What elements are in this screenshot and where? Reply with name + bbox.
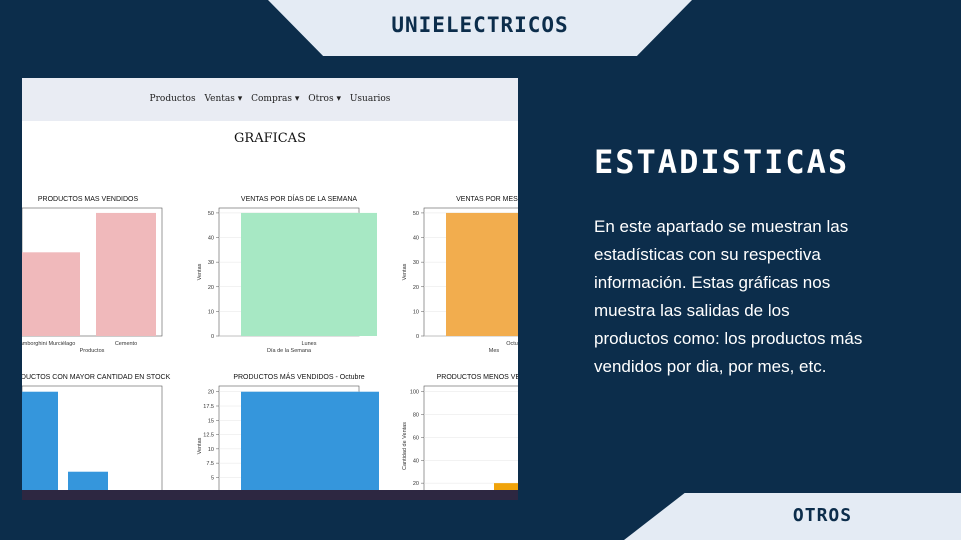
chart6-ylabel: Cantidad de Ventas (402, 422, 408, 470)
chart3-xlabel: Mes (489, 348, 500, 354)
chart2-ylabel: Ventas (197, 263, 203, 280)
top-banner: UNIELECTRICOS (268, 0, 692, 56)
section-title: ESTADISTICAS (594, 143, 850, 181)
chart2-xtick-label: Lunes (302, 341, 317, 347)
chart2-ytick-label: 40 (208, 236, 214, 242)
chart2-bar (241, 212, 377, 336)
chart6-ytick-label: 80 (413, 413, 419, 419)
chart3-ytick-label: 10 (413, 309, 419, 315)
chart3-ytick-label: 50 (413, 211, 419, 217)
chart2-ytick-label: 0 (211, 334, 214, 340)
app-screenshot: Productos Ventas ▾ Compras ▾ Otros ▾ Usu… (22, 78, 518, 500)
chart2-title: VENTAS POR DÍAS DE LA SEMANA (241, 194, 358, 203)
chart3-ytick-label: 20 (413, 285, 419, 291)
chart5-ytick-label: 20 (208, 390, 214, 396)
chart1-xtick-label: Lamborghini Murciélago (22, 341, 75, 347)
chart1-xtick-label: Cemento (115, 341, 137, 347)
chart5-ytick-label: 10 (208, 447, 214, 453)
chart6-ytick-label: 20 (413, 481, 419, 487)
section-description: En este apartado se muestran las estadís… (594, 217, 863, 376)
chart1-bar (96, 212, 156, 336)
chart3-ytick-label: 30 (413, 260, 419, 266)
chart6-title: PRODUCTOS MENOS VENDIDOS (437, 374, 518, 381)
taskbar (22, 490, 518, 500)
chart4-title: PRODUCTOS CON MAYOR CANTIDAD EN STOCK (22, 374, 171, 381)
chart5-bar (241, 391, 379, 500)
chart5-ytick-label: 12.5 (203, 433, 214, 439)
top-banner-title: UNIELECTRICOS (391, 13, 569, 37)
chart1-xlabel: Productos (80, 348, 105, 354)
chart5-ytick-label: 7.5 (206, 461, 214, 467)
charts-grid: PRODUCTOS MAS VENDIDOS Lamborghini Murcié… (22, 194, 518, 500)
bottom-banner-title: OTROS (792, 505, 853, 526)
chart5-ytick-label: 17.5 (203, 404, 214, 410)
chart3-ytick-label: 0 (416, 334, 419, 340)
chart3-ytick-label: 40 (413, 236, 419, 242)
chart6-ytick-label: 40 (413, 458, 419, 464)
chart5-ylabel: Ventas (197, 437, 203, 454)
chart4-bar (22, 391, 58, 500)
chart3-bar (446, 212, 518, 336)
chart6-ytick-label: 60 (413, 435, 419, 441)
bottom-banner: OTROS (624, 493, 961, 540)
chart2-ytick-label: 10 (208, 309, 214, 315)
chart5-ytick-label: 15 (208, 418, 214, 424)
chart5-ytick-label: 5 (211, 475, 214, 481)
chart2-ytick-label: 20 (208, 285, 214, 291)
chart5-title: PRODUCTOS MÁS VENDIDOS - Octubre (233, 372, 364, 381)
chart3-xtick-label: Octubre (506, 341, 518, 347)
chart3-title: VENTAS POR MES (456, 196, 518, 203)
chart1-bar (22, 252, 80, 336)
chart3-ylabel: Ventas (402, 263, 408, 280)
chart2-ytick-label: 50 (208, 211, 214, 217)
chart6-ytick-label: 100 (410, 390, 419, 396)
chart2-xlabel: Día de la Semana (267, 348, 312, 354)
chart2-ytick-label: 30 (208, 260, 214, 266)
chart1-title: PRODUCTOS MAS VENDIDOS (38, 196, 139, 203)
